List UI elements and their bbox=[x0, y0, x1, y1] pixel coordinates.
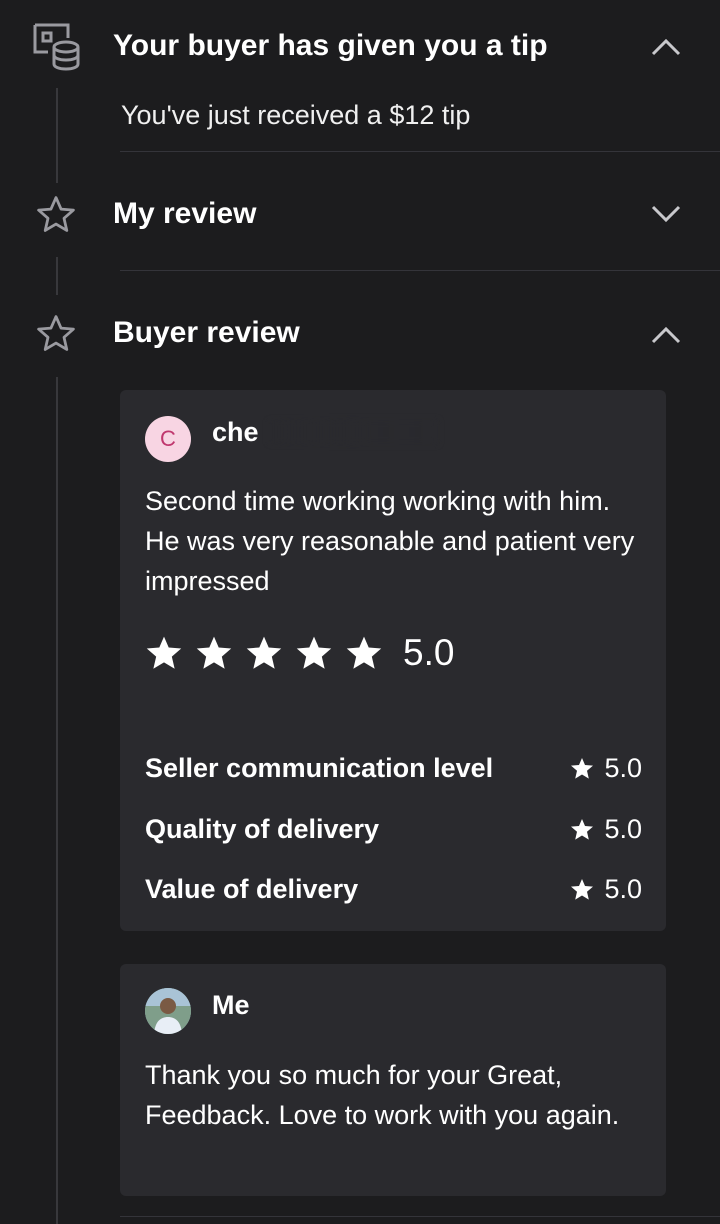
criteria-label: Seller communication level bbox=[145, 752, 494, 783]
star-filled-icon bbox=[296, 636, 332, 669]
redacted-name-blur bbox=[268, 420, 438, 444]
criteria-label: Quality of delivery bbox=[145, 813, 380, 844]
timeline-line bbox=[56, 88, 58, 183]
overall-rating: 5.0 bbox=[145, 633, 454, 673]
star-filled-icon bbox=[571, 757, 594, 779]
reply-author: Me bbox=[212, 990, 250, 1020]
divider bbox=[120, 1216, 720, 1217]
avatar bbox=[145, 988, 191, 1034]
criteria-value: 5.0 bbox=[604, 873, 642, 904]
criteria-row: Value of delivery 5.0 bbox=[145, 871, 642, 907]
criteria-row: Quality of delivery 5.0 bbox=[145, 811, 642, 847]
chevron-down-icon[interactable] bbox=[650, 204, 682, 224]
criteria-value: 5.0 bbox=[604, 813, 642, 844]
star-filled-icon bbox=[146, 636, 182, 669]
timeline-line bbox=[56, 257, 58, 295]
overall-rating-value: 5.0 bbox=[403, 632, 455, 673]
timeline-line bbox=[56, 377, 58, 1224]
buyer-review-card: C che Second time working working with h… bbox=[120, 390, 666, 931]
tip-message: You've just received a $12 tip bbox=[121, 100, 471, 130]
seller-reply-card: Me Thank you so much for your Great, Fee… bbox=[120, 964, 666, 1196]
review-text: Second time working working with him. He… bbox=[145, 486, 635, 596]
criteria-label: Value of delivery bbox=[145, 873, 359, 904]
star-outline-icon bbox=[37, 196, 75, 232]
review-author: che bbox=[212, 417, 259, 447]
avatar: C bbox=[145, 416, 191, 462]
money-stack-icon bbox=[33, 23, 80, 71]
criteria-row: Seller communication level 5.0 bbox=[145, 750, 642, 786]
criteria-value: 5.0 bbox=[604, 752, 642, 783]
buyer-review-section-title: Buyer review bbox=[113, 316, 300, 349]
star-outline-icon bbox=[37, 315, 75, 351]
star-filled-icon bbox=[346, 636, 382, 669]
chevron-up-icon[interactable] bbox=[650, 325, 682, 345]
star-filled-icon bbox=[571, 878, 594, 900]
chevron-up-icon[interactable] bbox=[650, 37, 682, 57]
reply-text: Thank you so much for your Great, Feedba… bbox=[145, 1060, 620, 1130]
star-filled-icon bbox=[246, 636, 282, 669]
my-review-section-title[interactable]: My review bbox=[113, 196, 256, 232]
divider bbox=[120, 270, 720, 271]
star-filled-icon bbox=[571, 818, 594, 840]
tip-section-title: Your buyer has given you a tip bbox=[113, 29, 548, 62]
star-filled-icon bbox=[196, 636, 232, 669]
order-activity-page: Your buyer has given you a tip You've ju… bbox=[0, 0, 720, 1224]
divider bbox=[120, 151, 720, 152]
